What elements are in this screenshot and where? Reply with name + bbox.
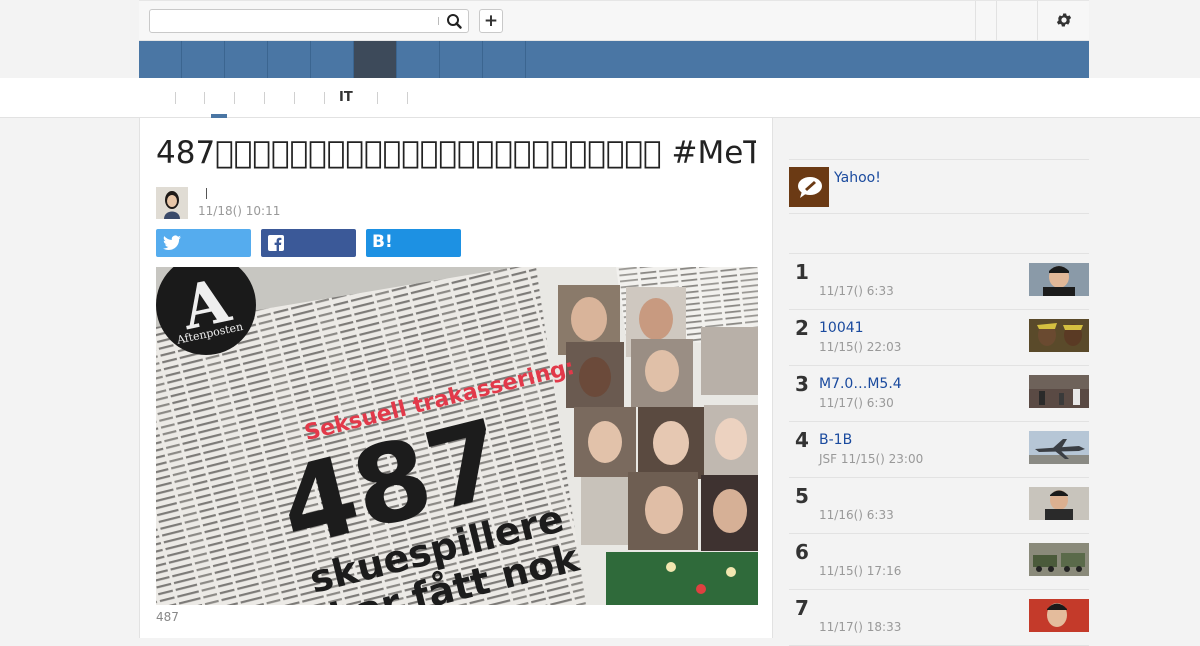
category-nav (139, 41, 1089, 78)
subnav-divider (204, 92, 205, 104)
author-avatar[interactable] (156, 187, 188, 219)
subnav-divider (234, 92, 235, 104)
search-input[interactable] (150, 10, 435, 32)
subnav-divider (294, 92, 295, 104)
toolbar-slot-2[interactable] (996, 1, 1038, 40)
ranking-item[interactable]: 6 11/15() 17:16 (789, 534, 1089, 590)
photo-caption: 487 (156, 610, 179, 624)
rank-thumbnail[interactable] (1029, 543, 1089, 576)
rank-number: 4 (795, 428, 809, 452)
rank-thumbnail[interactable] (1029, 487, 1089, 520)
subnav-divider (264, 92, 265, 104)
rank-meta: JSF 11/15() 23:00 (819, 452, 924, 466)
author-photo (156, 187, 188, 219)
nav-tab-8[interactable] (440, 41, 483, 78)
rank-number: 5 (795, 484, 809, 508)
subnav-item-it[interactable]: IT (339, 90, 353, 105)
rank-number: 7 (795, 596, 809, 620)
promo-icon (789, 167, 829, 207)
rank-thumbnail[interactable] (1029, 375, 1089, 408)
search-button[interactable] (443, 11, 465, 31)
ranking-item[interactable]: 2 10041 11/15() 22:03 (789, 310, 1089, 366)
search-box (149, 9, 469, 33)
share-hatena-button[interactable]: B! (366, 229, 461, 257)
newspaper-image: A Aftenposten Seksuell trakassering: 487… (156, 267, 758, 605)
gear-icon (1056, 13, 1072, 27)
nav-tab-4[interactable] (268, 41, 311, 78)
share-facebook-button[interactable] (261, 229, 356, 257)
rank-meta: 11/16() 6:33 (819, 508, 894, 522)
rank-thumbnail[interactable] (1029, 319, 1089, 352)
settings-button[interactable] (1037, 1, 1090, 40)
ranking-item[interactable]: 7 11/17() 18:33 (789, 590, 1089, 646)
nav-tab-2[interactable] (182, 41, 225, 78)
ranking-list: 1 11/17() 6:33 2 10041 11/15() 22:03 3 M… (789, 253, 1089, 646)
article-panel: 487􏿾􏿾􏿾􏿾􏿾􏿾􏿾􏿾􏿾􏿾􏿾􏿾􏿾􏿾􏿾􏿾􏿾􏿾􏿾􏿾􏿾􏿾􏿾􏿾 #MeToo 11/18… (139, 118, 773, 638)
nav-tab-7[interactable] (397, 41, 440, 78)
article-title: 487􏿾􏿾􏿾􏿾􏿾􏿾􏿾􏿾􏿾􏿾􏿾􏿾􏿾􏿾􏿾􏿾􏿾􏿾􏿾􏿾􏿾􏿾􏿾􏿾 #MeToo (156, 135, 756, 171)
rank-meta: 11/15() 17:16 (819, 564, 902, 578)
nav-tab-active[interactable] (354, 41, 397, 78)
rank-title[interactable]: M7.0…M5.4 (819, 376, 902, 392)
rank-number: 3 (795, 372, 809, 396)
rank-title[interactable]: B-1B (819, 432, 852, 448)
promo-box[interactable]: Yahoo! (789, 159, 1089, 214)
ranking-item[interactable]: 1 11/17() 6:33 (789, 254, 1089, 310)
nav-tab-3[interactable] (225, 41, 268, 78)
article-date: 11/18() 10:11 (198, 204, 281, 218)
search-divider (438, 17, 439, 25)
subnav-divider (377, 92, 378, 104)
rank-meta: 11/15() 22:03 (819, 340, 902, 354)
rank-thumbnail[interactable] (1029, 263, 1089, 296)
search-icon (447, 14, 462, 29)
rank-meta: 11/17() 18:33 (819, 620, 902, 634)
rank-number: 6 (795, 540, 809, 564)
toolbar-slot-1[interactable] (975, 1, 997, 40)
rank-meta: 11/17() 6:30 (819, 396, 894, 410)
ranking-item[interactable]: 5 11/16() 6:33 (789, 478, 1089, 534)
facebook-icon (268, 235, 284, 251)
top-toolbar: + (139, 0, 1089, 41)
rank-thumbnail[interactable] (1029, 599, 1089, 632)
rank-meta: 11/17() 6:33 (819, 284, 894, 298)
nav-tab-9[interactable] (483, 41, 526, 78)
hatena-icon: B! (372, 232, 393, 252)
sub-category-nav: IT (0, 78, 1200, 118)
rank-number: 1 (795, 260, 809, 284)
nav-tab-1[interactable] (139, 41, 182, 78)
author-divider (206, 188, 207, 199)
nav-tab-5[interactable] (311, 41, 354, 78)
promo-link[interactable]: Yahoo! (834, 170, 881, 186)
share-twitter-button[interactable] (156, 229, 251, 257)
rank-thumbnail[interactable] (1029, 431, 1089, 464)
ranking-item[interactable]: 4 B-1B JSF 11/15() 23:00 (789, 422, 1089, 478)
speech-bubble-icon (789, 167, 829, 207)
subnav-divider (324, 92, 325, 104)
subnav-divider (407, 92, 408, 104)
article-photo[interactable]: A Aftenposten Seksuell trakassering: 487… (156, 267, 758, 605)
rank-title[interactable]: 10041 (819, 320, 864, 336)
twitter-icon (163, 235, 181, 251)
ranking-item[interactable]: 3 M7.0…M5.4 11/17() 6:30 (789, 366, 1089, 422)
subnav-divider (175, 92, 176, 104)
add-button[interactable]: + (479, 9, 503, 33)
rank-number: 2 (795, 316, 809, 340)
